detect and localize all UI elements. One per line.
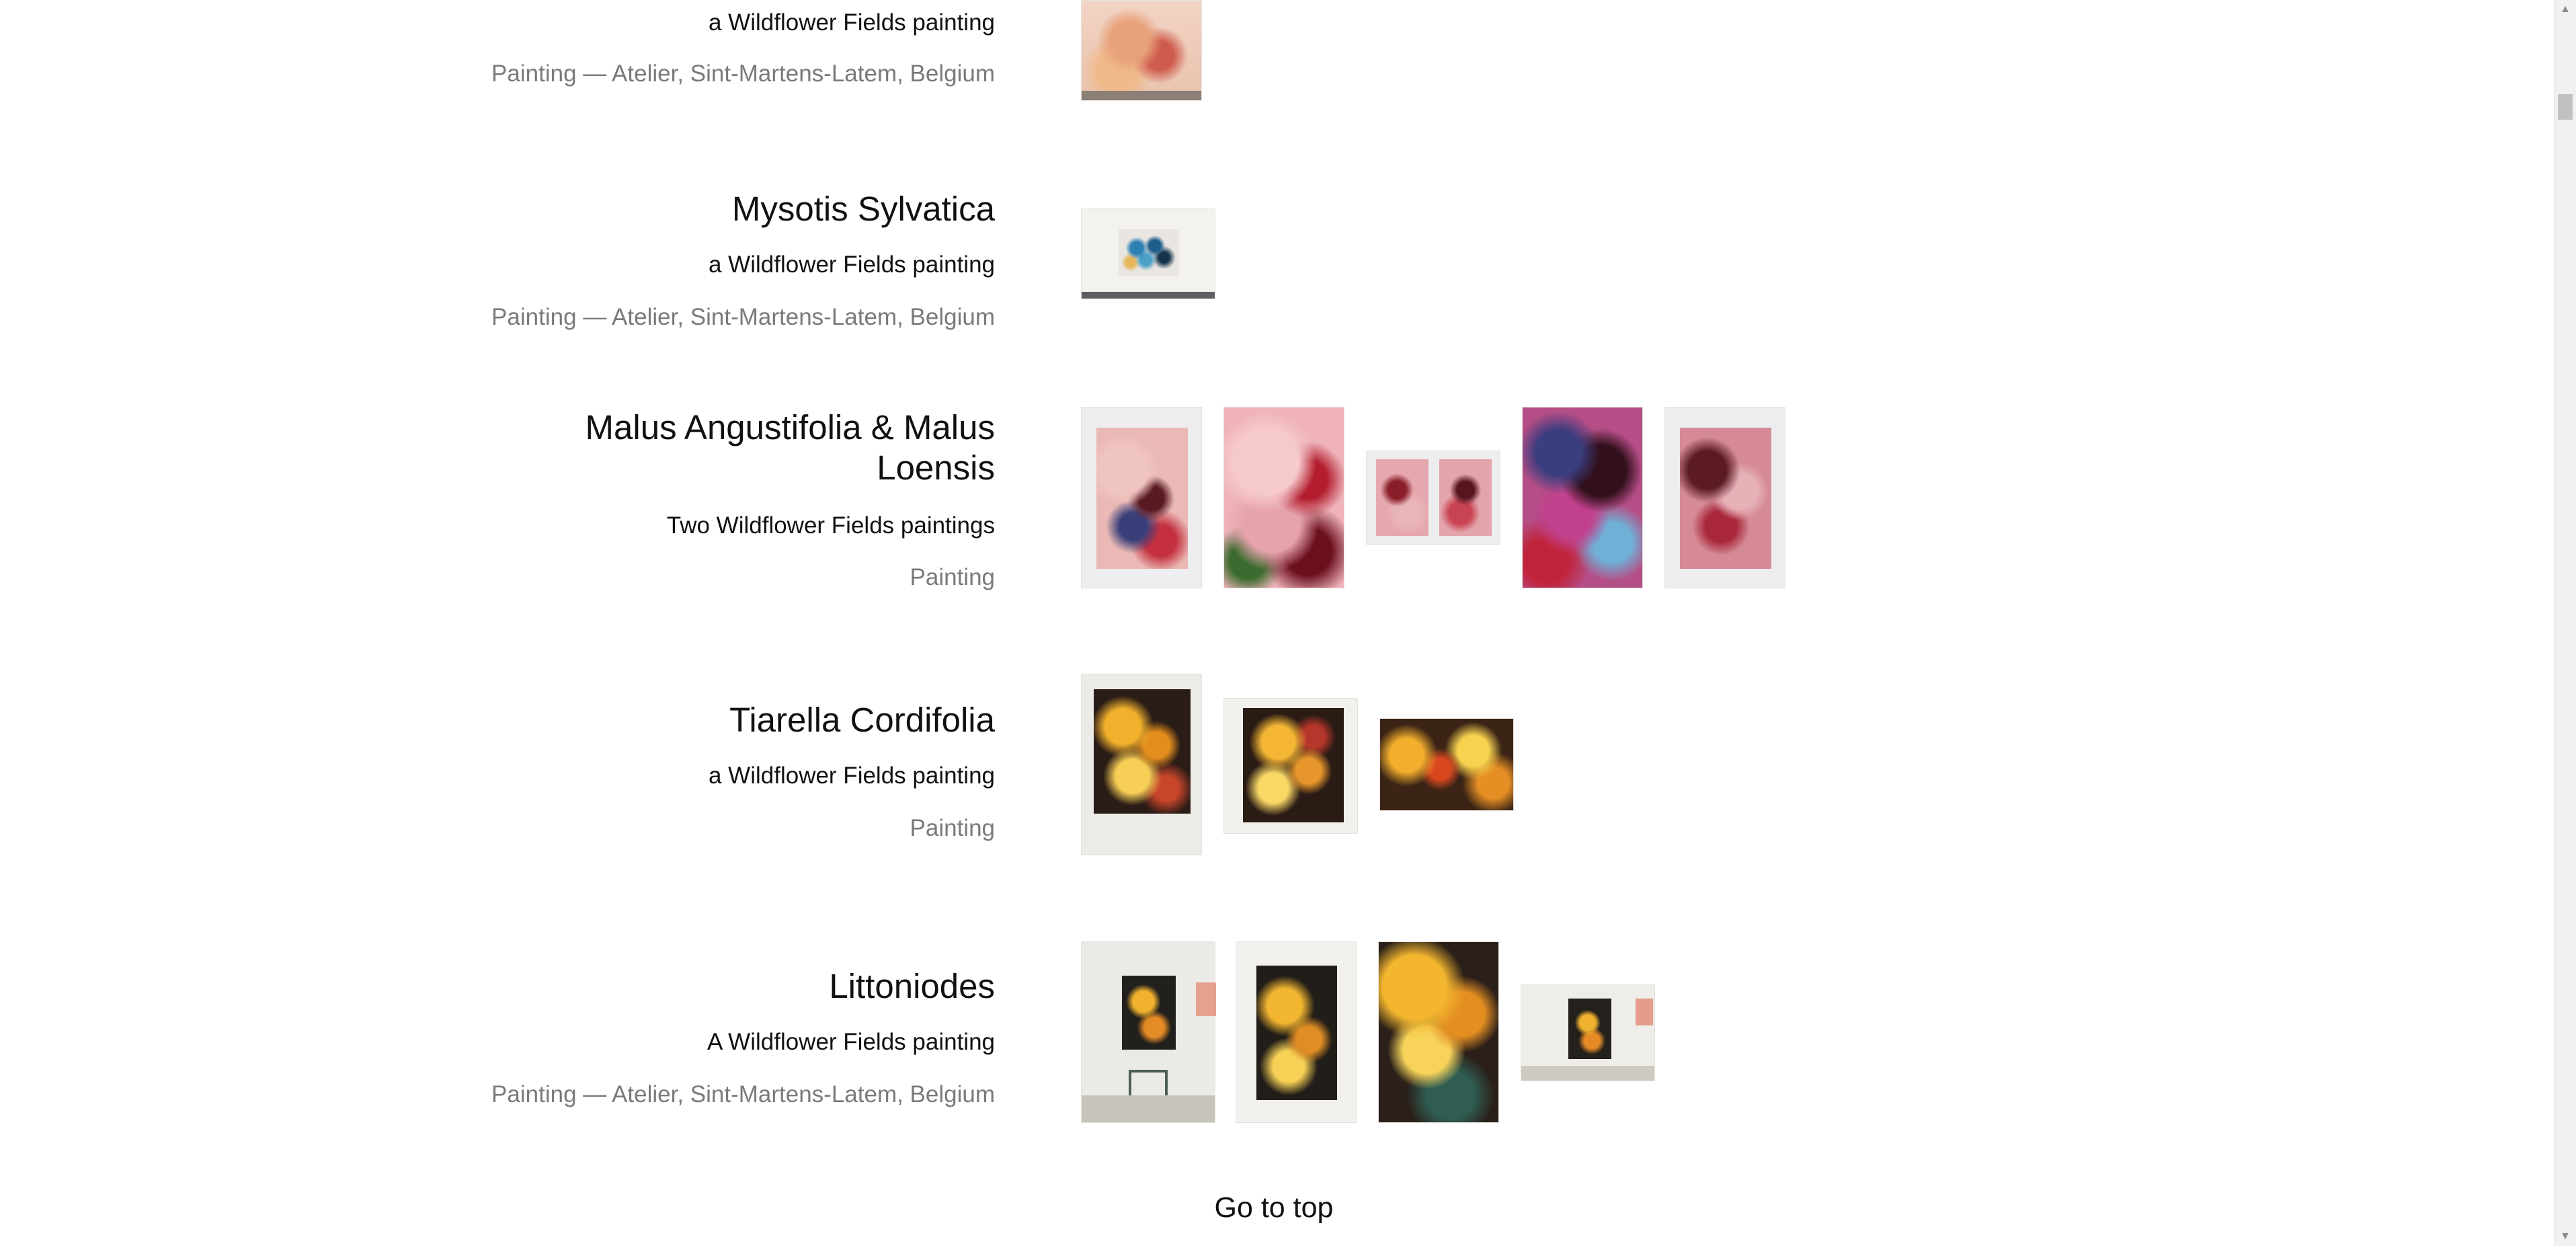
project-thumbnail[interactable] <box>1081 674 1202 855</box>
project-title[interactable]: Littoniodes <box>829 966 995 1007</box>
project-subtitle: A Wildflower Fields painting <box>707 1029 995 1055</box>
project-thumbnail[interactable] <box>1081 941 1216 1123</box>
project-thumbnail[interactable] <box>1379 718 1514 811</box>
scroll-down-icon[interactable]: ▼ <box>2554 1227 2576 1246</box>
project-thumbnail[interactable] <box>1081 407 1202 588</box>
project-thumbnail[interactable] <box>1223 407 1344 588</box>
scroll-up-icon[interactable]: ▲ <box>2554 0 2576 19</box>
project-thumbnail[interactable] <box>1223 698 1358 834</box>
project-title-line-1[interactable]: Malus Angustifolia & Malus <box>586 407 995 449</box>
project-thumbnail[interactable] <box>1236 941 1357 1123</box>
project-meta: Painting — Atelier, Sint-Martens-Latem, … <box>491 304 995 330</box>
project-thumbnail[interactable] <box>1081 0 1202 101</box>
project-thumbnail[interactable] <box>1378 941 1499 1123</box>
project-meta: Painting — Atelier, Sint-Martens-Latem, … <box>491 61 995 87</box>
scrollbar-thumb[interactable] <box>2558 94 2573 120</box>
project-thumbnail[interactable] <box>1664 407 1785 588</box>
project-meta: Painting <box>910 564 995 590</box>
project-title-line-2[interactable]: Loensis <box>877 447 995 489</box>
page-content: a Wildflower Fields painting Painting — … <box>0 0 2554 1246</box>
project-subtitle: a Wildflower Fields painting <box>708 763 995 789</box>
project-subtitle: a Wildflower Fields painting <box>708 251 995 278</box>
project-thumbnail[interactable] <box>1522 407 1643 588</box>
go-to-top-link[interactable]: Go to top <box>0 1192 2548 1224</box>
project-thumbnail[interactable] <box>1366 451 1500 545</box>
project-title[interactable]: Tiarella Cordifolia <box>729 699 995 741</box>
project-thumbnail[interactable] <box>1081 208 1215 299</box>
project-meta: Painting — Atelier, Sint-Martens-Latem, … <box>491 1081 995 1107</box>
project-title[interactable]: Mysotis Sylvatica <box>732 188 995 230</box>
project-subtitle: Two Wildflower Fields paintings <box>666 512 995 539</box>
vertical-scrollbar[interactable]: ▲ ▼ <box>2554 0 2576 1246</box>
project-thumbnail[interactable] <box>1521 984 1655 1081</box>
project-meta: Painting <box>910 815 995 841</box>
project-subtitle: a Wildflower Fields painting <box>708 9 995 36</box>
